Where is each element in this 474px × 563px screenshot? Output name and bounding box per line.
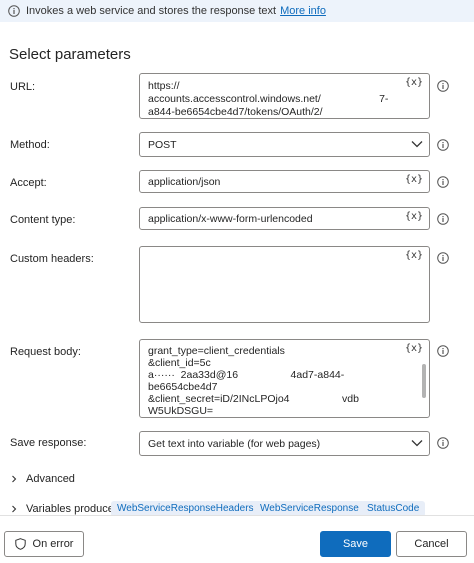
accept-value: application/json xyxy=(148,176,221,188)
content-type-input[interactable]: application/x-www-form-urlencoded {x} xyxy=(139,207,430,230)
chevron-right-icon xyxy=(12,475,17,483)
method-select[interactable]: POST xyxy=(139,132,430,157)
section-title: Select parameters xyxy=(9,46,131,63)
method-label: Method: xyxy=(10,139,50,151)
more-info-link[interactable]: More info xyxy=(280,5,326,17)
info-banner: Invokes a web service and stores the res… xyxy=(0,0,474,22)
chevron-down-icon xyxy=(411,440,423,447)
content-type-value: application/x-www-form-urlencoded xyxy=(148,213,313,225)
variables-produced-expander[interactable]: Variables produced xyxy=(10,503,120,515)
scrollbar-thumb[interactable] xyxy=(422,364,426,398)
method-value: POST xyxy=(148,139,177,151)
save-response-select[interactable]: Get text into variable (for web pages) xyxy=(139,431,430,456)
variable-picker-icon[interactable]: {x} xyxy=(405,250,423,261)
variable-picker-icon[interactable]: {x} xyxy=(405,174,423,185)
variables-produced-label: Variables produced xyxy=(26,503,120,515)
save-response-label: Save response: xyxy=(10,437,87,449)
advanced-label: Advanced xyxy=(26,473,75,485)
on-error-label: On error xyxy=(32,538,74,550)
accept-label: Accept: xyxy=(10,177,47,189)
chevron-right-icon xyxy=(12,505,17,513)
url-line-3: a844-be6654cbe4d7/tokens/OAuth/2/ xyxy=(148,106,323,118)
help-icon[interactable] xyxy=(437,213,449,225)
help-icon[interactable] xyxy=(437,252,449,264)
save-response-value: Get text into variable (for web pages) xyxy=(148,438,321,450)
help-icon[interactable] xyxy=(437,176,449,188)
info-icon xyxy=(8,5,20,17)
advanced-expander[interactable]: Advanced xyxy=(10,473,75,485)
content-type-label: Content type: xyxy=(10,214,76,226)
help-icon[interactable] xyxy=(437,345,449,357)
help-icon[interactable] xyxy=(437,139,449,151)
variable-picker-icon[interactable]: {x} xyxy=(405,343,423,354)
help-icon[interactable] xyxy=(437,80,449,92)
url-input[interactable]: https:// accounts.accesscontrol.windows.… xyxy=(139,73,430,119)
request-body-input[interactable]: grant_type=client_credentials &client_id… xyxy=(139,339,430,418)
shield-icon xyxy=(14,538,26,550)
help-icon[interactable] xyxy=(437,437,449,449)
save-button[interactable]: Save xyxy=(320,531,391,557)
request-body-line-6: W5UkDSGU= xyxy=(148,405,214,417)
banner-text: Invokes a web service and stores the res… xyxy=(26,5,277,17)
request-body-label: Request body: xyxy=(10,346,81,358)
url-label: URL: xyxy=(10,81,36,93)
variable-picker-icon[interactable]: {x} xyxy=(405,77,423,88)
chevron-down-icon xyxy=(411,141,423,148)
dialog-footer: On error Save Cancel xyxy=(0,515,474,563)
url-line-1: https:// xyxy=(148,80,180,92)
accept-input[interactable]: application/json {x} xyxy=(139,170,430,193)
custom-headers-input[interactable]: {x} xyxy=(139,246,430,323)
custom-headers-label: Custom headers: xyxy=(10,253,94,265)
url-line-2: accounts.accesscontrol.windows.net/ 7- xyxy=(148,93,389,105)
on-error-button[interactable]: On error xyxy=(4,531,84,557)
cancel-button[interactable]: Cancel xyxy=(396,531,467,557)
variable-picker-icon[interactable]: {x} xyxy=(405,211,423,222)
